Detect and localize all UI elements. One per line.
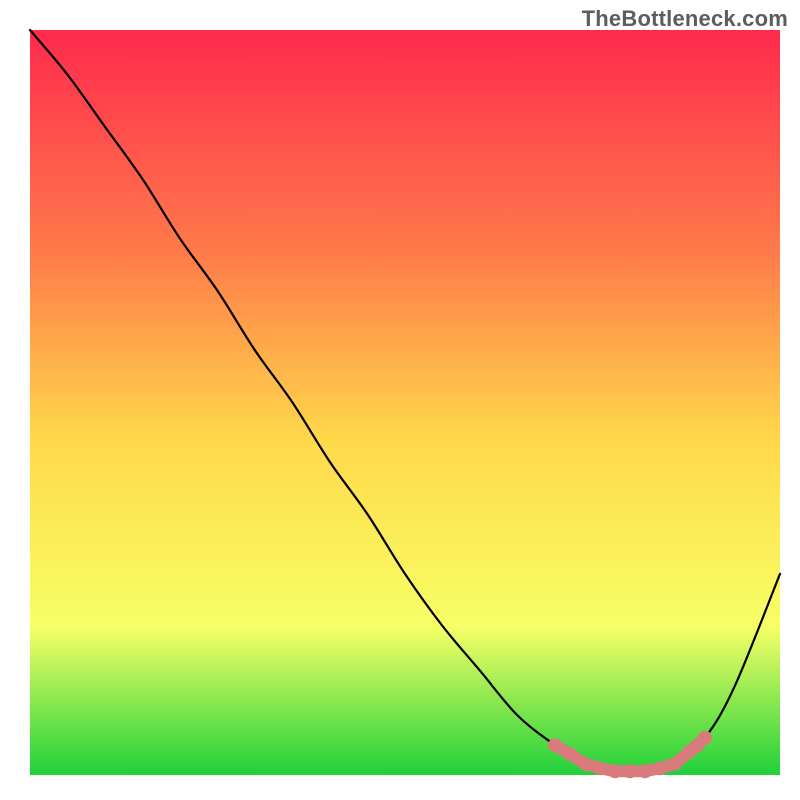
sweet-spot-dot [653, 761, 667, 775]
sweet-spot-dot [608, 764, 622, 778]
sweet-spot-dot [563, 747, 577, 761]
bottleneck-chart: TheBottleneck.com [0, 0, 800, 800]
plot-background [30, 30, 780, 775]
sweet-spot-dot [698, 731, 712, 745]
chart-svg [0, 0, 800, 800]
sweet-spot-dot [548, 738, 562, 752]
sweet-spot-dot [593, 761, 607, 775]
sweet-spot-dot [623, 764, 637, 778]
watermark-text: TheBottleneck.com [582, 6, 788, 32]
sweet-spot-dot [638, 764, 652, 778]
sweet-spot-dot [668, 757, 682, 771]
sweet-spot-dot [578, 757, 592, 771]
